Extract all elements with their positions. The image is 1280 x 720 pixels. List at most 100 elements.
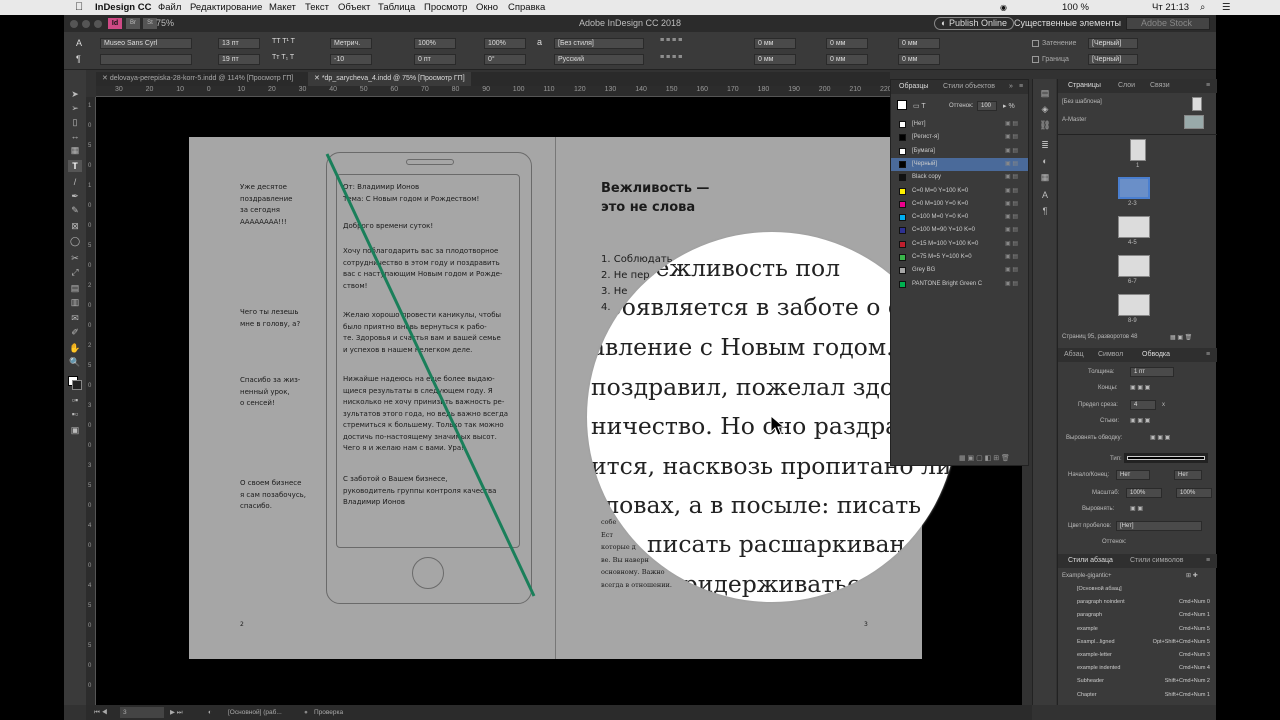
swatch-row[interactable]: C=15 M=100 Y=100 K=0 ▣ ▤	[891, 238, 1028, 252]
line-tool-icon[interactable]: /	[68, 176, 82, 188]
pen-tool-icon[interactable]: ✒	[68, 190, 82, 202]
align-buttons-icon[interactable]: ≡ ≡ ≡ ≡	[660, 37, 682, 44]
app-menu[interactable]: InDesign CC	[95, 0, 151, 15]
panel-menu-icon[interactable]: ≡	[1019, 80, 1023, 94]
page-tool-icon[interactable]: ▯	[68, 116, 82, 128]
paragraph-style-row[interactable]: example Cmd+Num 5	[1077, 626, 1210, 632]
shading-checkbox[interactable]	[1032, 40, 1039, 47]
stroke-type-field[interactable]	[1124, 453, 1208, 463]
transform-tool-icon[interactable]: ⤢	[68, 266, 82, 278]
workspace-switcher[interactable]: Существенные элементы	[1014, 15, 1121, 32]
paragraph-mode-icon[interactable]: ¶	[76, 54, 81, 64]
formatting-affects-icon[interactable]: ▫▪	[68, 394, 82, 406]
paragraph-style-row[interactable]: [Основной абзац]	[1077, 586, 1210, 592]
stroke-swatch-icon[interactable]	[72, 380, 82, 390]
menu-object[interactable]: Объект	[338, 0, 370, 15]
menu-view[interactable]: Просмотр	[424, 0, 467, 15]
note-tool-icon[interactable]: ✉	[68, 312, 82, 324]
swatch-row[interactable]: Grey BG ▣ ▤	[891, 264, 1028, 278]
tab-object-styles[interactable]: Стили объектов	[943, 80, 995, 94]
justify-buttons-icon[interactable]: ≡ ≡ ≡ ≡	[660, 54, 682, 61]
horizontal-scale-field[interactable]: 100%	[484, 38, 526, 49]
character-style-field[interactable]: [Без стиля]	[554, 38, 644, 49]
last-line-indent-field[interactable]: 0 мм	[826, 54, 868, 65]
swatch-footer-icons[interactable]: ▦ ▣ ▢ ◧ ⊞ 🗑	[959, 454, 1010, 462]
font-style-field[interactable]	[100, 54, 192, 65]
rectangle-frame-tool-icon[interactable]: ⊠	[68, 220, 82, 232]
tab-links[interactable]: Связи	[1150, 79, 1170, 93]
kerning-field[interactable]: Метрич.	[330, 38, 372, 49]
character-mode-icon[interactable]: A	[76, 38, 82, 48]
vertical-scale-field[interactable]: 100%	[414, 38, 456, 49]
swatch-row[interactable]: PANTONE Bright Green C ▣ ▤	[891, 278, 1028, 292]
all-caps-icon[interactable]: TT T¹ T	[272, 38, 295, 45]
small-caps-icon[interactable]: Tт T₁ T	[272, 54, 294, 61]
adobe-stock-search-input[interactable]: Adobe Stock	[1126, 17, 1210, 30]
none-master-thumb[interactable]	[1192, 97, 1202, 111]
zoom-level[interactable]: 75%	[156, 15, 174, 32]
swatch-row[interactable]: [Нет] ▣ ▤	[891, 118, 1028, 132]
page-thumb-1[interactable]	[1130, 139, 1146, 161]
gap-tool-icon[interactable]: ↔	[68, 130, 82, 142]
language-field[interactable]: Русский	[554, 54, 644, 65]
left-page[interactable]: Уже десятое поздравление за сегодня АААА…	[189, 137, 555, 659]
paragraph-style-row[interactable]: example-letter Cmd+Num 3	[1077, 652, 1210, 658]
scissors-tool-icon[interactable]: ✂	[68, 252, 82, 264]
tab-layers[interactable]: Слои	[1118, 79, 1135, 93]
font-size-field[interactable]: 13 пт	[218, 38, 260, 49]
status-icon[interactable]: ◐	[208, 705, 212, 720]
stroke-gap-color-field[interactable]: [Нет]	[1116, 521, 1202, 531]
tab-stroke[interactable]: Обводка	[1142, 348, 1170, 362]
next-page-button[interactable]: ▶ ⏭	[170, 705, 183, 720]
a-master-label[interactable]: A-Master	[1062, 117, 1086, 123]
shading-color-field[interactable]: [Черный]	[1088, 38, 1138, 49]
swatch-row[interactable]: C=0 M=100 Y=0 K=0 ▣ ▤	[891, 198, 1028, 212]
ellipse-tool-icon[interactable]: ◯	[68, 235, 82, 247]
stroke-join-buttons[interactable]: ▣ ▣ ▣	[1130, 417, 1150, 424]
swatch-row[interactable]: C=75 M=5 Y=100 K=0 ▣ ▤	[891, 251, 1028, 265]
left-indent-field[interactable]: 0 мм	[754, 38, 796, 49]
tab-pages[interactable]: Страницы	[1068, 79, 1101, 93]
search-icon[interactable]: ⌕	[1200, 0, 1205, 15]
stroke-scale-end-field[interactable]: 100%	[1176, 488, 1212, 498]
paragraph-style-row[interactable]: paragraph Cmd+Num 1	[1077, 612, 1210, 618]
paragraph-style-row[interactable]: Subheader Shift+Cmd+Num 2	[1077, 678, 1210, 684]
swatch-row[interactable]: C=100 M=90 Y=10 K=0 ▣ ▤	[891, 224, 1028, 238]
clock[interactable]: Чт 21:13	[1152, 0, 1189, 15]
swatch-row[interactable]: [Бумага] ▣ ▤	[891, 145, 1028, 159]
stroke-weight-field[interactable]: 1 пт	[1130, 367, 1174, 377]
green-diagonal-line[interactable]	[325, 153, 536, 597]
menu-help[interactable]: Справка	[508, 0, 545, 15]
menu-list-icon[interactable]: ☰	[1222, 0, 1231, 15]
stroke-end-field[interactable]: Нет	[1174, 470, 1202, 480]
swatch-fill-icon[interactable]	[897, 100, 907, 110]
tint-input[interactable]: 100	[977, 101, 997, 111]
swatch-format-icon[interactable]: ▭ T	[913, 102, 926, 110]
stroke-scale-start-field[interactable]: 100%	[1126, 488, 1162, 498]
screen-mode-icon[interactable]: ▣	[68, 424, 82, 436]
swatch-row[interactable]: Black copy ▣ ▤	[891, 171, 1028, 185]
menu-file[interactable]: Файл	[158, 0, 181, 15]
vertical-ruler[interactable]: 105010050200250300350400450500	[86, 97, 96, 705]
hand-tool-icon[interactable]: ✋	[68, 342, 82, 354]
wifi-icon[interactable]: ◉	[1000, 0, 1007, 15]
preflight-indicator-icon[interactable]: ●	[304, 705, 308, 720]
space-before-field[interactable]: 0 мм	[898, 38, 940, 49]
pencil-tool-icon[interactable]: ✎	[68, 204, 82, 216]
paragraph-panel-icon[interactable]: ¶	[1038, 205, 1052, 217]
content-collector-icon[interactable]: ▦	[68, 144, 82, 156]
tint-dropdown-icon[interactable]: ▸ %	[1003, 102, 1015, 110]
type-tool-icon[interactable]: T	[68, 160, 82, 172]
gradient-tool-icon[interactable]: ▤	[68, 282, 82, 294]
menu-type[interactable]: Текст	[305, 0, 329, 15]
tab-swatches[interactable]: Образцы	[899, 80, 928, 94]
swatches-panel-icon[interactable]: ▦	[1038, 171, 1052, 183]
apple-icon[interactable]: 	[75, 0, 83, 15]
paragraph-style-row[interactable]: paragraph noindent Cmd+Num 0	[1077, 599, 1210, 605]
tracking-field[interactable]: -10	[330, 54, 372, 65]
swatch-row[interactable]: [Регист-я] ▣ ▤	[891, 131, 1028, 145]
window-minimize-button[interactable]	[82, 20, 90, 28]
page-thumb-4-5[interactable]	[1118, 216, 1150, 238]
publish-online-button[interactable]: ◐ Publish Online	[934, 17, 1014, 30]
space-after-field[interactable]: 0 мм	[898, 54, 940, 65]
